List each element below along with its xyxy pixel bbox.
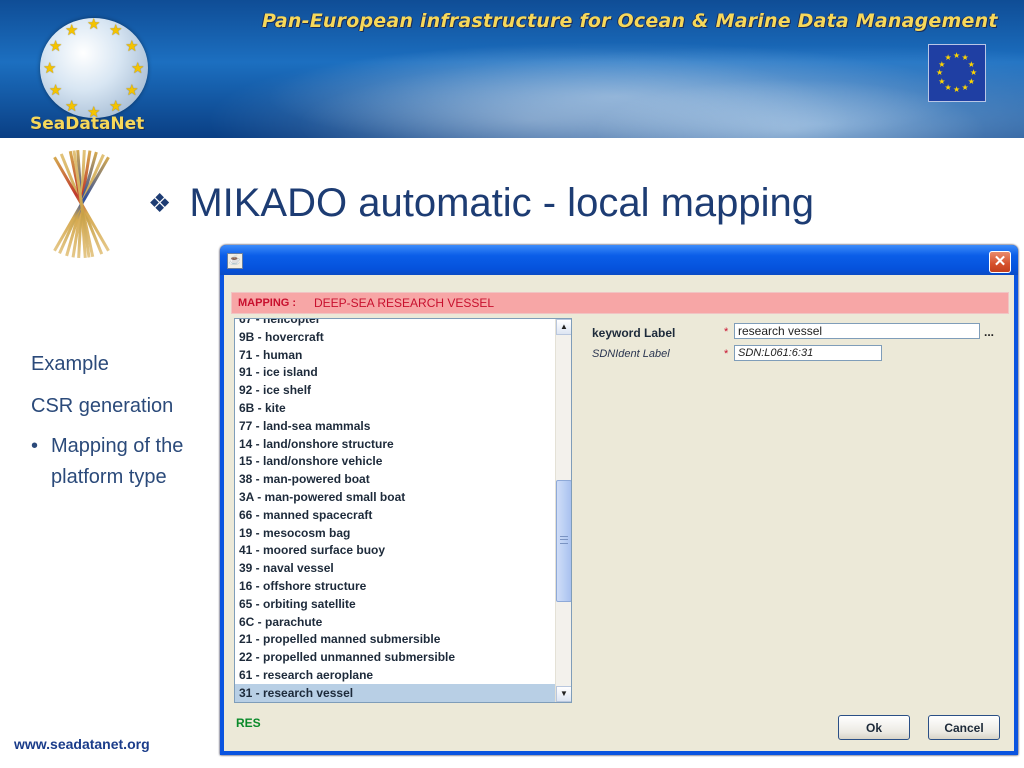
list-scrollbar[interactable]: ▲ ▼ — [555, 319, 571, 702]
mikado-sticks-icon — [36, 146, 126, 260]
eu-flag-icon: ★ ★ ★ ★ ★ ★ ★ ★ ★ ★ ★ ★ — [928, 44, 986, 102]
bullet-dot-icon: • — [31, 435, 39, 457]
eu-star-icon: ★ — [961, 82, 969, 92]
list-item[interactable]: 91 - ice island — [235, 363, 555, 381]
eu-star-icon: ★ — [953, 85, 961, 94]
logo-star-icon: ★ — [65, 98, 79, 116]
list-item[interactable]: 19 - mesocosm bag — [235, 524, 555, 542]
logo-star-icon: ★ — [125, 82, 139, 99]
eu-star-icon: ★ — [936, 68, 944, 77]
logo-star-icon: ★ — [65, 21, 79, 39]
logo-star-icon: ★ — [131, 60, 145, 77]
list-item[interactable]: 65 - orbiting satellite — [235, 595, 555, 613]
dialog-titlebar[interactable]: ☕ ✕ — [220, 245, 1018, 275]
list-item[interactable]: 3A - man-powered small boat — [235, 488, 555, 506]
list-item[interactable]: 66 - manned spacecraft — [235, 506, 555, 524]
header-banner: ★ ★ ★ ★ ★ ★ ★ ★ ★ ★ ★ ★ SeaDataNet Pan-European inf… — [0, 0, 1024, 138]
seadatanet-logo-text: SeaDataNet — [30, 114, 145, 134]
list-item[interactable]: 6B - kite — [235, 399, 555, 417]
close-button[interactable]: ✕ — [989, 251, 1011, 273]
bullet-text: Mapping of the platform type — [51, 435, 184, 488]
list-item[interactable]: 22 - propelled unmanned submersible — [235, 648, 555, 666]
logo-star-icon: ★ — [125, 38, 139, 55]
eu-star-icon: ★ — [953, 51, 961, 60]
required-mark: * — [724, 348, 729, 360]
list-item[interactable]: 9B - hovercraft — [235, 328, 555, 346]
list-item[interactable]: 77 - land-sea mammals — [235, 417, 555, 435]
mapping-bar: MAPPING : DEEP-SEA RESEARCH VESSEL — [231, 292, 1009, 314]
list-item[interactable]: 6C - parachute — [235, 613, 555, 631]
slide-title: MIKADO automatic - local mapping — [189, 181, 814, 225]
list-item[interactable]: 67 - helicopter — [235, 319, 555, 328]
eu-star-icon: ★ — [970, 68, 978, 77]
eu-star-icon: ★ — [944, 82, 952, 92]
seadatanet-logo-globe: ★ ★ ★ ★ ★ ★ ★ ★ ★ ★ ★ ★ — [40, 16, 148, 120]
banner-title: Pan-European infrastructure for Ocean & … — [262, 10, 998, 32]
list-item[interactable]: 61 - research aeroplane — [235, 666, 555, 684]
mapping-dialog: ☕ ✕ MAPPING : DEEP-SEA RESEARCH VESSEL 3… — [220, 245, 1018, 755]
slide-title-row: ❖ MIKADO automatic - local mapping — [148, 178, 814, 228]
bullet-mapping: • Mapping of the platform type — [31, 435, 211, 493]
scroll-up-arrow-icon[interactable]: ▲ — [556, 319, 571, 335]
status-res-label: RES — [236, 716, 261, 730]
list-item-selected[interactable]: 31 - research vessel — [235, 683, 555, 702]
list-item[interactable]: 71 - human — [235, 346, 555, 364]
platform-type-list[interactable]: 31 - research vessel 61 - research aeropl… — [234, 318, 572, 703]
required-mark: * — [724, 326, 729, 338]
mapping-value: DEEP-SEA RESEARCH VESSEL — [314, 296, 495, 310]
list-item[interactable]: 15 - land/onshore vehicle — [235, 452, 555, 470]
scroll-thumb[interactable] — [556, 480, 571, 602]
logo-star-icon: ★ — [109, 21, 123, 39]
eu-star-icon: ★ — [938, 76, 946, 86]
logo-star-icon: ★ — [48, 38, 63, 55]
eu-star-icon: ★ — [944, 53, 952, 63]
diamond-bullet-icon: ❖ — [148, 188, 172, 218]
list-item[interactable]: 14 - land/onshore structure — [235, 435, 555, 453]
list-item[interactable]: 16 - offshore structure — [235, 577, 555, 595]
list-item[interactable]: 38 - man-powered boat — [235, 470, 555, 488]
java-app-icon: ☕ — [227, 253, 243, 269]
eu-star-icon: ★ — [967, 76, 975, 86]
list-item[interactable]: 39 - naval vessel — [235, 559, 555, 577]
browse-keyword-button[interactable]: ... — [984, 325, 994, 339]
mapping-label: MAPPING : — [238, 297, 297, 309]
ok-button[interactable]: Ok — [838, 715, 910, 740]
text-csr-generation: CSR generation — [31, 395, 174, 417]
logo-star-icon: ★ — [109, 98, 123, 116]
left-text-block: Example CSR generation • Mapping of the … — [31, 351, 211, 493]
scroll-down-arrow-icon[interactable]: ▼ — [556, 686, 571, 702]
text-example: Example — [31, 353, 109, 375]
list-item[interactable]: 21 - propelled manned submersible — [235, 630, 555, 648]
logo-star-icon: ★ — [87, 16, 101, 33]
keyword-label: keyword Label — [592, 326, 676, 340]
footer-url-link[interactable]: www.seadatanet.org — [14, 736, 150, 752]
logo-star-icon: ★ — [43, 60, 57, 77]
logo-star-icon: ★ — [48, 82, 63, 99]
dialog-client: MAPPING : DEEP-SEA RESEARCH VESSEL 31 - … — [224, 275, 1014, 751]
keyword-label-input[interactable] — [734, 323, 980, 339]
cancel-button[interactable]: Cancel — [928, 715, 1000, 740]
list-item[interactable]: 41 - moored surface buoy — [235, 541, 555, 559]
sdnident-label: SDNIdent Label — [592, 348, 670, 360]
list-item[interactable]: 92 - ice shelf — [235, 381, 555, 399]
sdnident-input[interactable] — [734, 345, 882, 361]
